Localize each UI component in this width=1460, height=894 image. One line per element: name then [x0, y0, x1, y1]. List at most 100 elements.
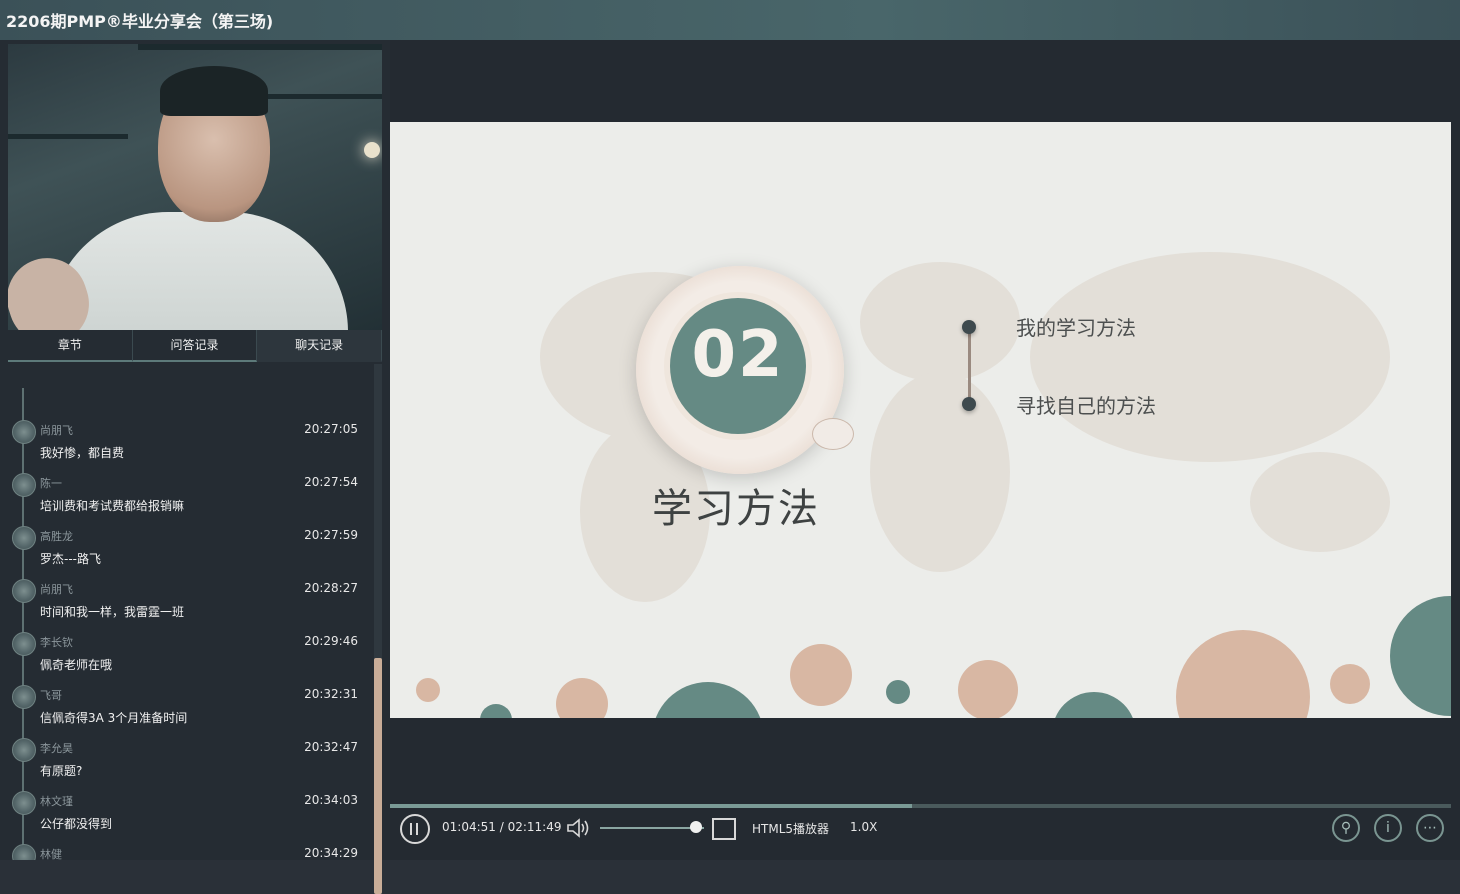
chat-text: 公仔都没得到: [40, 817, 113, 831]
chat-message: 陈一 20:27:54 培训费和考试费都给报销嘛: [8, 473, 370, 526]
chat-sender: 李长钦: [40, 636, 73, 649]
decor-circle: [480, 704, 512, 718]
avatar: [12, 791, 36, 815]
map-shape: [1250, 452, 1390, 552]
avatar: [12, 473, 36, 497]
more-icon[interactable]: ⋯: [1416, 814, 1444, 842]
slide-title: 学习方法: [652, 486, 820, 532]
person-body: [48, 212, 348, 330]
chat-time: 20:27:05: [304, 422, 358, 436]
decor-circle: [652, 682, 764, 718]
decor-circle: [416, 678, 440, 702]
tab-chapters[interactable]: 章节: [8, 330, 133, 362]
tab-bar: 章节 问答记录 聊天记录: [8, 330, 383, 362]
chat-sender: 林健: [40, 848, 62, 860]
chat-text: 时间和我一样，我雷霆一班: [40, 605, 185, 619]
decor-circle: [886, 680, 910, 704]
point-text: 寻找自己的方法: [1016, 394, 1156, 418]
volume-icon[interactable]: [566, 818, 592, 838]
chat-time: 20:27:54: [304, 475, 358, 489]
decor-circle: [1330, 664, 1370, 704]
chat-sender: 陈一: [40, 477, 62, 490]
lamp: [364, 142, 380, 158]
map-shape: [860, 262, 1020, 382]
chat-text: 有原题?: [40, 764, 83, 778]
chat-sender: 飞哥: [40, 689, 62, 702]
chat-time: 20:28:27: [304, 581, 358, 595]
chat-time: 20:27:59: [304, 528, 358, 542]
decor-circle: [1390, 596, 1451, 716]
info-icon[interactable]: i: [1374, 814, 1402, 842]
chat-sender: 尚朋飞: [40, 424, 73, 437]
search-icon[interactable]: ⚲: [1332, 814, 1360, 842]
avatar: [12, 420, 36, 444]
mouse-pointer-badge: [812, 418, 854, 450]
chat-time: 20:32:31: [304, 687, 358, 701]
decor-circle: [1052, 692, 1136, 718]
section-number: 02: [691, 318, 785, 392]
title-bar: 2206期PMP®毕业分享会（第三场): [0, 0, 1460, 40]
player-type-label[interactable]: HTML5播放器: [752, 820, 829, 837]
pause-button[interactable]: [400, 814, 430, 844]
duration: 02:11:49: [507, 820, 562, 834]
avatar: [12, 526, 36, 550]
point-text: 我的学习方法: [1016, 316, 1136, 340]
left-panel: 章节 问答记录 聊天记录 尚朋飞 20:27:05 我好惨，都自费 陈一 20:27:5…: [0, 40, 390, 894]
avatar: [12, 738, 36, 762]
tab-qa-records[interactable]: 问答记录: [132, 330, 258, 362]
time-display: 01:04:51 / 02:11:49: [442, 820, 561, 834]
chat-text: 佩奇老师在哦: [40, 658, 113, 672]
point-dot: [962, 320, 976, 334]
progress-fill: [390, 804, 912, 808]
presentation-slide[interactable]: 02 学习方法 我的学习方法 寻找自己的方法: [390, 122, 1451, 718]
point-dot: [962, 397, 976, 411]
chat-message: 飞哥 20:32:31 信佩奇得3A 3个月准备时间: [8, 685, 370, 738]
avatar: [12, 632, 36, 656]
chat-time: 20:34:29: [304, 846, 358, 860]
volume-handle[interactable]: [689, 821, 702, 833]
chat-text: 培训费和考试费都给报销嘛: [40, 499, 185, 513]
chat-message: 尚朋飞 20:27:05 我好惨，都自费: [8, 420, 370, 473]
avatar: [12, 844, 36, 860]
decor-circle: [958, 660, 1018, 718]
chat-sender: 林文瑾: [40, 795, 73, 808]
pip-icon[interactable]: [712, 818, 736, 840]
volume-slider[interactable]: [600, 827, 704, 829]
chat-text: 我好惨，都自费: [40, 446, 125, 460]
chat-sender: 高胜龙: [40, 530, 73, 543]
decor-circle: [556, 678, 608, 718]
shelf: [8, 134, 128, 139]
chat-message: 李长钦 20:29:46 佩奇老师在哦: [8, 632, 370, 685]
chat-sender: 李允昊: [40, 742, 73, 755]
current-time: 01:04:51: [442, 820, 496, 834]
points-connector: [968, 328, 971, 404]
shelf: [138, 44, 382, 50]
chat-time: 20:34:03: [304, 793, 358, 807]
decor-circle: [790, 644, 852, 706]
chat-list: 尚朋飞 20:27:05 我好惨，都自费 陈一 20:27:54 培训费和考试费都给报销嘛…: [8, 364, 370, 860]
map-shape: [870, 372, 1010, 572]
pause-icon: [416, 823, 418, 835]
chat-message: 高胜龙 20:27:59 罗杰---路飞: [8, 526, 370, 579]
playback-speed[interactable]: 1.0X: [850, 820, 877, 834]
player-controls: 01:04:51 / 02:11:49 HTML5播放器 1.0X ⚲ i ⋯: [390, 812, 1460, 858]
chat-message: 李允昊 20:32:47 有原题?: [8, 738, 370, 791]
pause-icon: [410, 823, 412, 835]
chat-sender: 尚朋飞: [40, 583, 73, 596]
chat-message: 尚朋飞 20:28:27 时间和我一样，我雷霆一班: [8, 579, 370, 632]
chat-message: 林文瑾 20:34:03 公仔都没得到: [8, 791, 370, 844]
time-separator: /: [495, 820, 508, 834]
chat-time: 20:32:47: [304, 740, 358, 754]
decor-circle: [1176, 630, 1310, 718]
chat-scrollbar-thumb[interactable]: [374, 658, 382, 894]
avatar: [12, 579, 36, 603]
chat-message: 林健20:34:29打游戏去了。班长还不出现: [8, 844, 370, 860]
tab-chat-records[interactable]: 聊天记录: [257, 330, 383, 362]
chat-text: 信佩奇得3A 3个月准备时间: [40, 711, 188, 725]
map-shape: [1030, 252, 1390, 462]
main-panel: 02 学习方法 我的学习方法 寻找自己的方法 01:04:51 / 02:11:…: [390, 40, 1460, 860]
teacher-video[interactable]: [8, 44, 382, 330]
chat-text: 罗杰---路飞: [40, 552, 101, 566]
chat-time: 20:29:46: [304, 634, 358, 648]
avatar: [12, 685, 36, 709]
